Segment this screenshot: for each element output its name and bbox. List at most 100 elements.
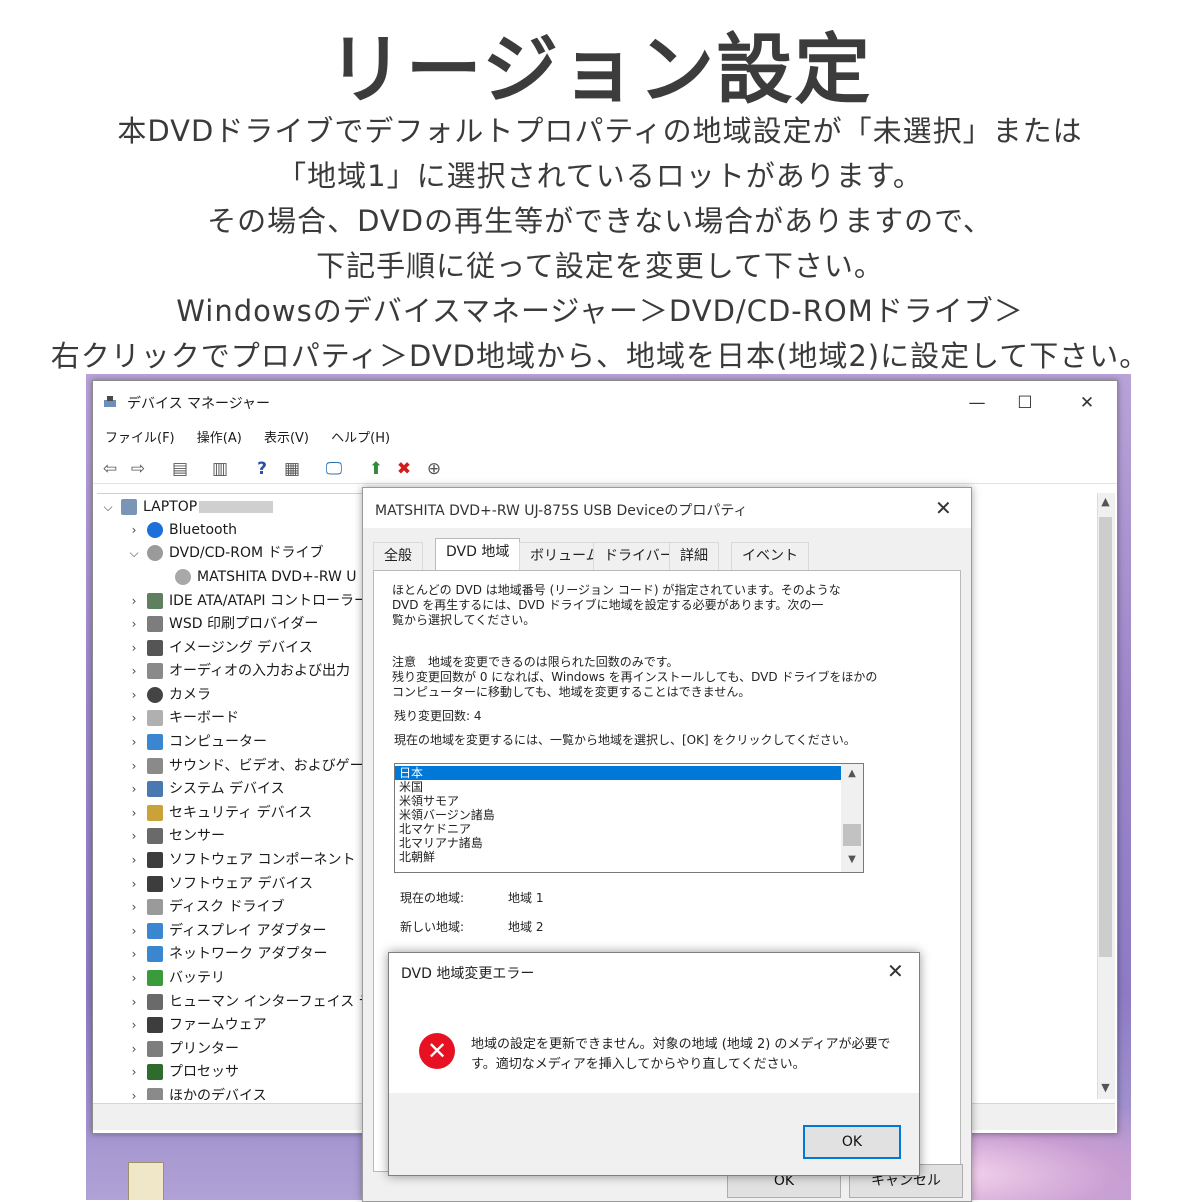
chevron-right-icon[interactable]: › — [127, 920, 141, 942]
forward-arrow-icon[interactable]: ⇨ — [127, 459, 149, 479]
chevron-right-icon[interactable]: › — [127, 755, 141, 777]
component-icon — [147, 852, 163, 868]
close-icon[interactable]: ✕ — [887, 959, 904, 983]
tree-item-disk[interactable]: › ディスク ドライブ — [127, 896, 284, 918]
chevron-down-icon[interactable]: ▼ — [843, 854, 861, 865]
keyboard-icon — [147, 710, 163, 726]
list-item-selected[interactable]: 日本 — [395, 766, 843, 780]
minimize-button[interactable]: — — [957, 391, 997, 415]
scroll-down-icon[interactable]: ▼ — [1099, 1081, 1112, 1094]
chevron-right-icon[interactable]: › — [127, 1038, 141, 1060]
close-icon[interactable]: ✕ — [935, 496, 952, 520]
tree-item-software-device[interactable]: › ソフトウェア デバイス — [127, 873, 313, 895]
chevron-right-icon[interactable]: › — [127, 849, 141, 871]
tree-item-other[interactable]: › ほかのデバイス — [127, 1085, 267, 1100]
tab-dvd-region[interactable]: DVD 地域 — [435, 538, 521, 571]
tree-item-network[interactable]: › ネットワーク アダプター — [127, 943, 327, 965]
chevron-up-icon[interactable]: ▲ — [843, 768, 861, 779]
tree-item-security[interactable]: › セキュリティ デバイス — [127, 802, 312, 824]
tree-item-wsd[interactable]: › WSD 印刷プロバイダー — [127, 613, 318, 635]
chevron-down-icon[interactable]: ⌵ — [101, 496, 115, 518]
tab-events[interactable]: イベント — [731, 542, 809, 570]
tab-general[interactable]: 全般 — [373, 542, 423, 570]
tree-item-sound[interactable]: ›サウンド、ビデオ、およびゲーム コ — [127, 755, 365, 777]
chevron-right-icon[interactable]: › — [127, 1061, 141, 1083]
document-icon[interactable]: ▥ — [209, 459, 231, 479]
remove-icon[interactable]: ✖ — [393, 459, 415, 479]
chevron-right-icon[interactable]: › — [127, 613, 141, 635]
chevron-down-icon[interactable]: ⌵ — [127, 542, 141, 564]
list-scrollbar-thumb[interactable] — [843, 824, 861, 846]
current-region-value: 地域 1 — [508, 891, 544, 905]
tree-item-dvd-cdrom[interactable]: ⌵ DVD/CD-ROM ドライブ — [127, 542, 324, 564]
help-icon[interactable]: ? — [251, 459, 273, 479]
instruction-text: 現在の地域を変更するには、一覧から地域を選択し、[OK] をクリックしてください… — [394, 733, 856, 747]
chevron-right-icon[interactable]: › — [127, 825, 141, 847]
menu-bar: ファイル(F) 操作(A) 表示(V) ヘルプ(H) — [93, 427, 396, 451]
list-item[interactable]: 米領サモア — [399, 794, 459, 808]
back-arrow-icon[interactable]: ⇦ — [99, 459, 121, 479]
chevron-right-icon[interactable]: › — [127, 873, 141, 895]
menu-help[interactable]: ヘルプ(H) — [331, 427, 390, 446]
chevron-right-icon[interactable]: › — [127, 684, 141, 706]
sensor-icon — [147, 828, 163, 844]
scroll-up-icon[interactable]: ▲ — [1099, 495, 1112, 508]
window-title: デバイス マネージャー — [127, 396, 271, 412]
list-item[interactable]: 北朝鮮 — [399, 850, 435, 864]
tab-details[interactable]: 詳細 — [669, 542, 719, 570]
chevron-right-icon[interactable]: › — [127, 1014, 141, 1036]
tree-item-firmware[interactable]: › ファームウェア — [127, 1014, 267, 1036]
chevron-right-icon[interactable]: › — [127, 731, 141, 753]
desktop-file-icon[interactable] — [128, 1162, 164, 1200]
tree-item-ide[interactable]: › IDE ATA/ATAPI コントローラー — [127, 590, 365, 612]
error-ok-button[interactable]: OK — [803, 1125, 901, 1159]
tree-item-matshita-drive[interactable]: MATSHITA DVD+-RW U — [155, 566, 357, 588]
list-item[interactable]: 北マケドニア — [399, 822, 471, 836]
tree-item-keyboard[interactable]: › キーボード — [127, 707, 239, 729]
region-listbox[interactable]: 日本 米国 米領サモア 米領バージン諸島 北マケドニア 北マリアナ諸島 北朝鮮 … — [394, 763, 864, 873]
download-icon[interactable]: ⊕ — [423, 459, 445, 479]
menu-action[interactable]: 操作(A) — [197, 427, 242, 446]
view-icon[interactable]: ▦ — [281, 459, 303, 479]
chevron-right-icon[interactable]: › — [127, 896, 141, 918]
tree-root[interactable]: ⌵ LAPTOP — [101, 496, 274, 518]
chevron-right-icon[interactable]: › — [127, 519, 141, 541]
tree-scrollbar-thumb[interactable] — [1099, 517, 1112, 957]
tree-item-sensor[interactable]: › センサー — [127, 825, 225, 847]
tree-item-printer[interactable]: › プリンター — [127, 1038, 239, 1060]
chevron-right-icon[interactable]: › — [127, 707, 141, 729]
tree-item-hid[interactable]: ›ヒューマン インターフェイス デバイス — [127, 991, 365, 1013]
menu-view[interactable]: 表示(V) — [264, 427, 309, 446]
tree-item-display[interactable]: › ディスプレイ アダプター — [127, 920, 326, 942]
speaker-icon — [147, 758, 163, 774]
maximize-button[interactable]: ☐ — [1005, 391, 1045, 415]
tree-item-imaging[interactable]: › イメージング デバイス — [127, 637, 313, 659]
tree-item-bluetooth[interactable]: › Bluetooth — [127, 519, 237, 541]
chevron-right-icon[interactable]: › — [127, 637, 141, 659]
new-region-label: 新しい地域: — [400, 920, 465, 934]
chevron-right-icon[interactable]: › — [127, 660, 141, 682]
chevron-right-icon[interactable]: › — [127, 802, 141, 824]
monitor-scan-icon[interactable]: 🖵 — [323, 459, 345, 479]
tree-item-camera[interactable]: › カメラ — [127, 684, 211, 706]
tree-item-software-component[interactable]: › ソフトウェア コンポーネント — [127, 849, 355, 871]
tree-item-audio[interactable]: › オーディオの入力および出力 — [127, 660, 350, 682]
list-item[interactable]: 北マリアナ諸島 — [399, 836, 483, 850]
chevron-right-icon[interactable]: › — [127, 943, 141, 965]
list-item[interactable]: 米領バージン諸島 — [399, 808, 495, 822]
chevron-right-icon[interactable]: › — [127, 1085, 141, 1100]
chevron-right-icon[interactable]: › — [127, 590, 141, 612]
menu-file[interactable]: ファイル(F) — [105, 427, 175, 446]
tree-item-battery[interactable]: › バッテリ — [127, 967, 225, 989]
list-item[interactable]: 米国 — [399, 780, 423, 794]
chevron-right-icon[interactable]: › — [127, 778, 141, 800]
chevron-right-icon[interactable]: › — [127, 967, 141, 989]
chip-icon — [147, 1017, 163, 1033]
tree-item-system[interactable]: › システム デバイス — [127, 778, 285, 800]
add-driver-icon[interactable]: ⬆ — [365, 459, 387, 479]
chevron-right-icon[interactable]: › — [127, 991, 141, 1013]
close-button[interactable]: ✕ — [1067, 391, 1107, 415]
tree-item-computer[interactable]: › コンピューター — [127, 731, 267, 753]
tree-item-processor[interactable]: › プロセッサ — [127, 1061, 239, 1083]
properties-icon[interactable]: ▤ — [169, 459, 191, 479]
